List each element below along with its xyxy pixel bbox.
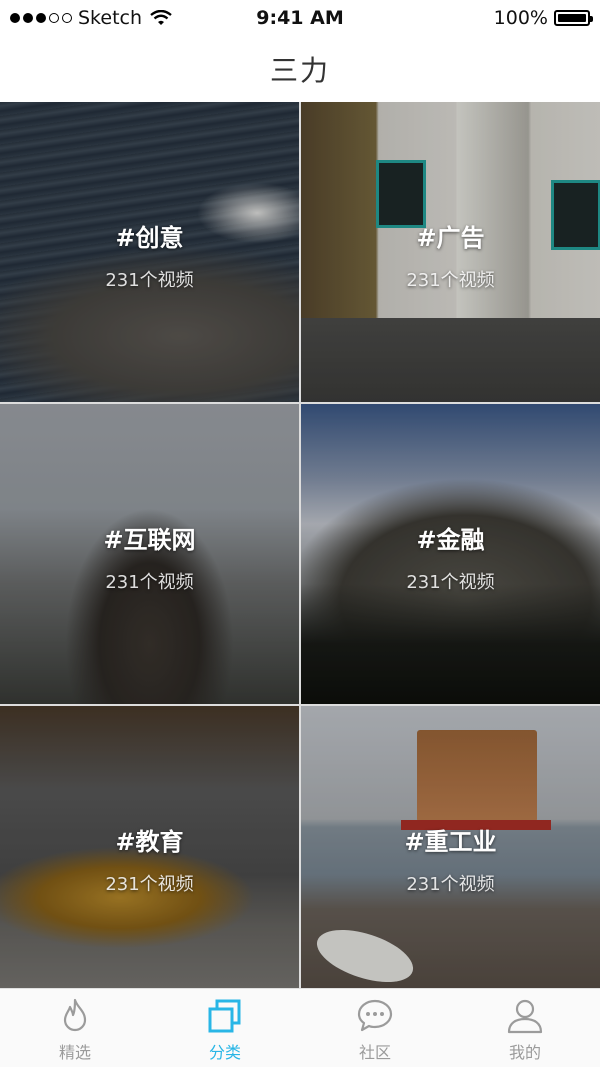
tab-featured[interactable]: 精选 [0, 989, 150, 1067]
category-tile-advertising[interactable]: #广告 231个视频 [301, 102, 600, 402]
category-video-count: 231个视频 [406, 270, 495, 291]
category-video-count: 231个视频 [406, 572, 495, 593]
squares-icon [208, 999, 241, 1033]
category-title: #广告 [416, 224, 485, 252]
page-title: 三力 [269, 54, 330, 87]
battery-icon [554, 10, 593, 26]
tab-label: 分类 [208, 1043, 241, 1062]
category-video-count: 231个视频 [105, 270, 194, 291]
category-tile-heavy-industry[interactable]: #重工业 231个视频 [301, 706, 600, 988]
category-title: #教育 [115, 828, 184, 856]
category-video-count: 231个视频 [406, 874, 495, 895]
category-title: #金融 [416, 526, 485, 554]
category-title: #互联网 [103, 526, 196, 554]
tab-label: 我的 [508, 1043, 541, 1062]
status-bar: Sketch 9:41 AM 100% [0, 0, 600, 36]
category-video-count: 231个视频 [105, 572, 194, 593]
category-title: #重工业 [404, 828, 497, 856]
battery-percent: 100% [493, 7, 548, 29]
tab-category[interactable]: 分类 [150, 989, 300, 1067]
category-tile-finance[interactable]: #金融 231个视频 [301, 404, 600, 704]
category-video-count: 231个视频 [105, 874, 194, 895]
tab-label: 精选 [58, 1043, 91, 1062]
tab-bar: 精选 分类 社区 我的 [0, 988, 600, 1067]
tab-profile[interactable]: 我的 [450, 989, 600, 1067]
chat-icon [357, 999, 393, 1032]
battery-group: 100% [493, 7, 593, 29]
navigation-bar: 三力 [0, 36, 600, 102]
category-grid: #创意 231个视频 #广告 231个视频 #互联网 231个视频 #金融 23… [0, 102, 600, 988]
category-tile-internet[interactable]: #互联网 231个视频 [0, 404, 299, 704]
category-tile-creative[interactable]: #创意 231个视频 [0, 102, 299, 402]
category-title: #创意 [115, 224, 184, 252]
flame-icon [63, 998, 87, 1032]
tab-label: 社区 [358, 1043, 391, 1062]
tab-community[interactable]: 社区 [300, 989, 450, 1067]
person-icon [507, 999, 543, 1034]
category-tile-education[interactable]: #教育 231个视频 [0, 706, 299, 988]
